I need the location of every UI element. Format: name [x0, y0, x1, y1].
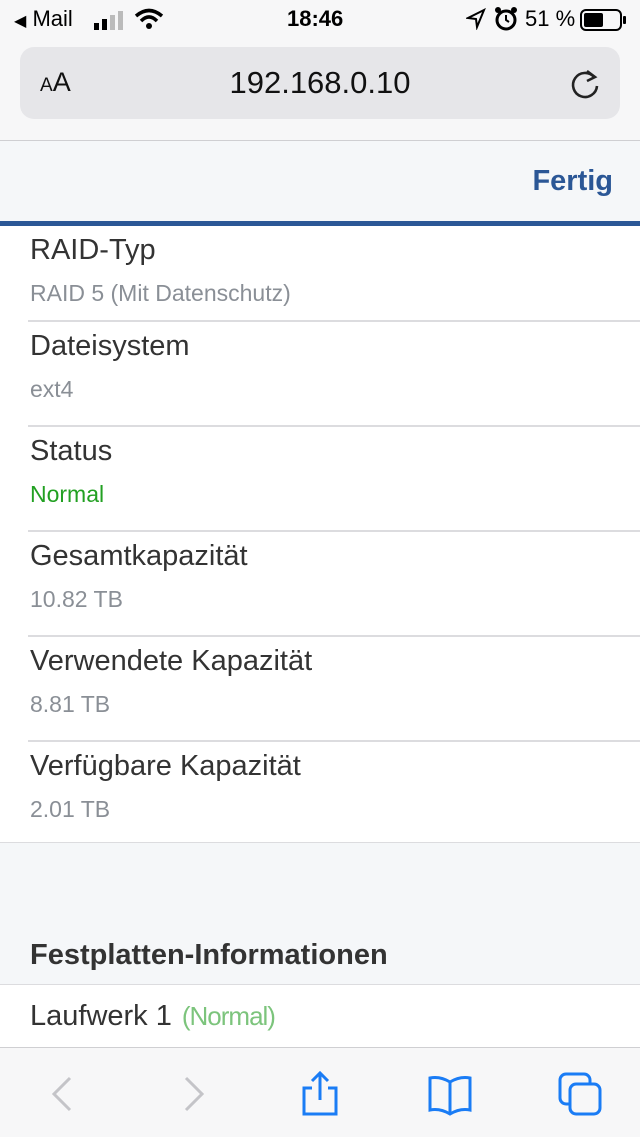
chevron-right-icon[interactable] — [168, 1070, 216, 1118]
item-value: 8.81 TB — [30, 691, 111, 717]
item-label: Verwendete Kapazität — [30, 645, 313, 677]
signal-icon — [94, 10, 124, 36]
address-bar[interactable]: AA 192.168.0.10 — [20, 47, 620, 119]
section-separator: Festplatten-Informationen — [0, 842, 640, 985]
clock: 18:46 — [287, 6, 344, 31]
battery-percent: 51 % — [525, 6, 576, 31]
status-value: Normal — [30, 481, 105, 507]
item-label: Dateisystem — [30, 330, 190, 362]
item-value: 2.01 TB — [30, 796, 111, 822]
tabs-icon[interactable] — [556, 1070, 604, 1118]
location-icon — [464, 7, 486, 36]
reload-icon[interactable] — [568, 67, 602, 101]
done-button[interactable]: Fertig — [532, 165, 613, 198]
item-label: Verfügbare Kapazität — [30, 750, 301, 782]
list-item: Verwendete Kapazität 8.81 TB — [28, 637, 640, 742]
share-icon[interactable] — [296, 1070, 344, 1118]
url-text[interactable]: 192.168.0.10 — [20, 65, 620, 101]
item-value: ext4 — [30, 376, 74, 402]
drive-status: (Normal) — [181, 1001, 276, 1031]
section-title: Festplatten-Informationen — [30, 939, 388, 971]
back-app-label: Mail — [32, 6, 73, 31]
item-value: 10.82 TB — [30, 586, 123, 612]
list-item: RAID-Typ RAID 5 (Mit Datenschutz) — [28, 226, 640, 322]
wifi-icon — [134, 8, 164, 36]
drive-name: Laufwerk 1 — [30, 1000, 172, 1032]
page-header: Fertig — [0, 141, 640, 221]
item-label: Gesamtkapazität — [30, 540, 248, 572]
status-bar: ◀ Mail 18:46 51 % — [0, 0, 640, 40]
item-label: RAID-Typ — [30, 234, 156, 266]
item-label: Status — [30, 435, 113, 467]
item-value: RAID 5 (Mit Datenschutz) — [30, 280, 291, 306]
list-item: Gesamtkapazität 10.82 TB — [28, 532, 640, 637]
battery-icon — [580, 9, 628, 37]
list-item: Dateisystem ext4 — [28, 322, 640, 427]
back-triangle-icon: ◀ — [14, 13, 27, 30]
alarm-icon — [494, 6, 518, 38]
drive-item[interactable]: Laufwerk 1 (Normal) — [30, 1000, 276, 1033]
back-to-app-link[interactable]: ◀ Mail — [14, 6, 73, 32]
list-item: Verfügbare Kapazität 2.01 TB — [28, 742, 640, 845]
chevron-left-icon[interactable] — [40, 1070, 88, 1118]
browser-toolbar — [0, 1047, 640, 1137]
list-item: Status Normal — [28, 427, 640, 532]
volume-info-list: RAID-Typ RAID 5 (Mit Datenschutz) Dateis… — [0, 226, 640, 845]
browser-address-area: AA 192.168.0.10 — [0, 40, 640, 141]
book-icon[interactable] — [426, 1070, 474, 1118]
